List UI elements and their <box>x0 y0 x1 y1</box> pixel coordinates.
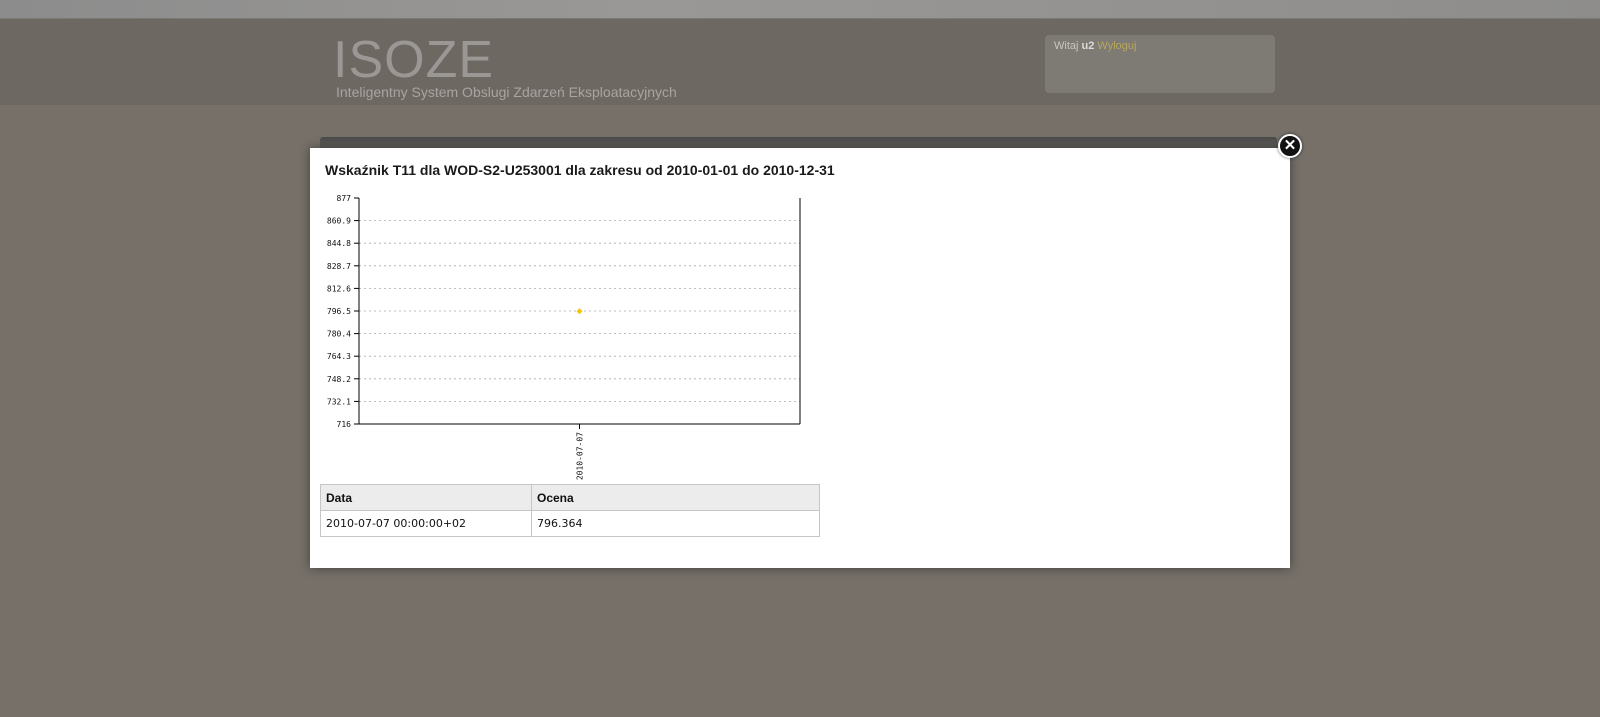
y-tick-label: 780.4 <box>327 330 351 339</box>
y-tick-label: 764.3 <box>327 352 351 361</box>
y-tick-label: 796.5 <box>327 307 351 316</box>
x-tick-label: 2010-07-07 <box>576 432 585 480</box>
logo-subtitle: Inteligentny System Obslugi Zdarzeń Eksp… <box>336 84 677 100</box>
y-tick-label: 844.8 <box>327 239 351 248</box>
modal-title: Wskaźnik T11 dla WOD-S2-U253001 dla zakr… <box>325 162 835 178</box>
y-tick-label: 812.6 <box>327 284 351 293</box>
chart-modal: Wskaźnik T11 dla WOD-S2-U253001 dla zakr… <box>310 148 1290 568</box>
cell-date: 2010-07-07 00:00:00+02 <box>320 510 532 537</box>
indicator-chart: 877 860.9 844.8 828.7 812.6 796.5 780.4 764.3 74… <box>327 194 801 480</box>
browser-top-strip <box>0 0 1600 19</box>
table-row: 2010-07-07 00:00:00+02 796.364 <box>320 510 820 537</box>
y-tick-label: 860.9 <box>327 217 351 226</box>
column-header-score: Ocena <box>531 484 820 511</box>
y-tick-label: 877 <box>337 194 352 203</box>
y-tick-label: 716 <box>337 420 352 429</box>
results-table: Data Ocena 2010-07-07 00:00:00+02 796.36… <box>320 484 820 537</box>
logo-title: ISOZE <box>333 31 495 89</box>
y-tick-label: 732.1 <box>327 397 351 406</box>
y-tick-label: 748.2 <box>327 375 351 384</box>
site-header <box>0 19 1600 105</box>
cell-score: 796.364 <box>531 510 820 537</box>
greeting-text: Witaj <box>1054 40 1079 52</box>
column-header-date: Data <box>320 484 532 511</box>
user-box: Witaj u2 Wyloguj <box>1045 35 1275 93</box>
y-tick-label: 828.7 <box>327 262 351 271</box>
logout-link[interactable]: Wyloguj <box>1097 40 1136 52</box>
table-header-row: Data Ocena <box>320 484 820 511</box>
close-icon[interactable]: ✕ <box>1278 134 1302 158</box>
data-point <box>576 308 583 315</box>
username: u2 <box>1081 40 1095 52</box>
